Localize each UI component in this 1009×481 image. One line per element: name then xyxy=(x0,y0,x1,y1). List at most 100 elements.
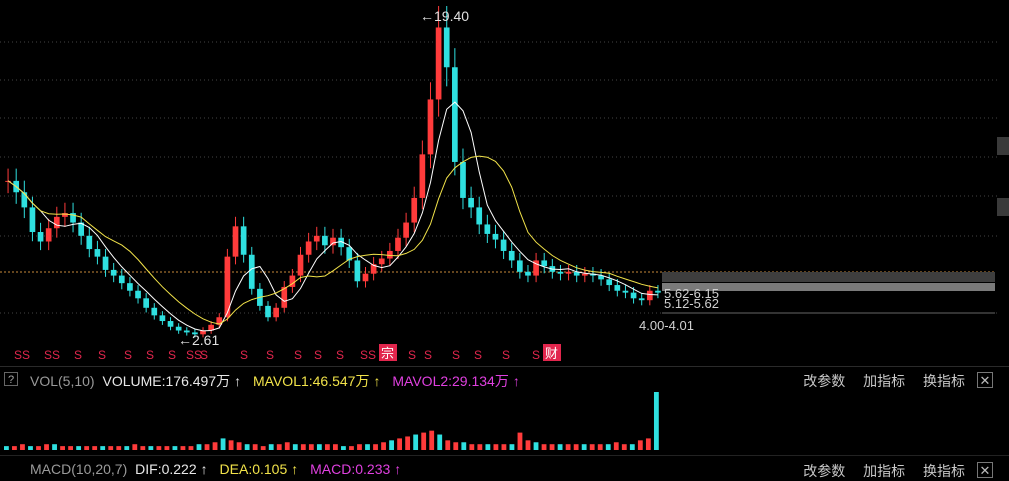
volume-bar xyxy=(84,446,90,450)
volume-bar xyxy=(180,446,186,450)
macd-close-icon[interactable]: ✕ xyxy=(977,462,993,478)
volume-bar xyxy=(212,442,218,450)
event-marker-label: S xyxy=(52,348,60,362)
candle-body xyxy=(232,226,239,257)
volume-bar xyxy=(621,444,627,450)
volume-bar xyxy=(445,440,451,450)
candle-body xyxy=(240,226,247,255)
candle-body xyxy=(516,260,523,272)
volume-actions: 改参数 加指标 换指标 xyxy=(789,371,965,391)
volume-bar xyxy=(573,444,579,450)
candle-body xyxy=(630,292,637,299)
candle-body xyxy=(362,273,369,282)
volume-bar xyxy=(413,434,419,450)
volume-add-indicator-button[interactable]: 加指标 xyxy=(863,373,905,389)
volume-help-button[interactable]: ? xyxy=(4,372,18,386)
volume-edit-params-button[interactable]: 改参数 xyxy=(803,373,845,389)
event-marker-label: S xyxy=(146,348,154,362)
price-zone-label: 5.12-5.62 xyxy=(664,296,719,311)
volume-bar xyxy=(397,438,403,450)
volume-bar xyxy=(589,444,595,450)
volume-indicator-bar: ? VOL(5,10) VOLUME:176.497万 ↑ MAVOL1:46.5… xyxy=(0,366,1009,390)
macd-edit-params-button[interactable]: 改参数 xyxy=(803,463,845,479)
mavol1-value: MAVOL1:46.547万 ↑ xyxy=(253,373,381,389)
volume-bar xyxy=(44,444,49,450)
event-marker-label: S xyxy=(266,348,274,362)
volume-bar xyxy=(156,446,162,450)
volume-bar xyxy=(188,446,194,450)
candle-body xyxy=(492,233,499,240)
volume-indicator-name[interactable]: VOL(5,10) xyxy=(30,373,95,389)
event-marker-label: S xyxy=(98,348,106,362)
candle-body xyxy=(135,290,141,299)
candle-body xyxy=(468,197,474,208)
volume-bar xyxy=(76,446,82,450)
volume-bar xyxy=(613,442,619,450)
volume-bar xyxy=(116,446,122,450)
candle-body xyxy=(395,237,401,251)
candle-body xyxy=(500,239,507,251)
volume-bar xyxy=(164,446,170,450)
volume-bar xyxy=(324,444,330,450)
candle-body xyxy=(508,250,515,261)
event-marker-label: S xyxy=(14,348,22,362)
volume-bar xyxy=(517,432,523,450)
volume-bar xyxy=(52,444,57,450)
macd-indicator-name[interactable]: MACD(10,20,7) xyxy=(30,461,127,477)
volume-bar xyxy=(4,446,9,450)
candle-body xyxy=(427,99,434,155)
event-marker-label: S xyxy=(200,348,208,362)
high-price-label: ←19.40 xyxy=(420,8,469,24)
volume-bar xyxy=(108,446,114,450)
volume-bar xyxy=(557,444,563,450)
volume-bar xyxy=(437,434,443,450)
macd-indicator-bar: MACD(10,20,7) DIF:0.222 ↑ DEA:0.105 ↑ MACD… xyxy=(0,455,1009,479)
event-marker-label: S xyxy=(452,348,460,362)
volume-bar xyxy=(405,436,411,450)
volume-bar xyxy=(509,444,515,450)
volume-bar xyxy=(381,442,386,450)
candle-body xyxy=(273,307,279,318)
candle-body xyxy=(452,67,458,162)
volume-bar xyxy=(477,444,483,450)
volume-legend: VOL(5,10) VOLUME:176.497万 ↑ MAVOL1:46.547… xyxy=(30,371,528,391)
low-price-label: ←2.61 xyxy=(178,332,219,348)
candle-body xyxy=(167,321,174,327)
candle-body xyxy=(378,258,385,265)
event-marker-label: 财 xyxy=(545,346,558,361)
candle-body xyxy=(330,237,336,246)
macd-switch-indicator-button[interactable]: 换指标 xyxy=(923,463,965,479)
scroll-tab-lower[interactable] xyxy=(997,198,1009,216)
volume-bar xyxy=(549,444,555,450)
volume-switch-indicator-button[interactable]: 换指标 xyxy=(923,373,965,389)
volume-bar xyxy=(172,446,178,450)
volume-bar xyxy=(196,444,202,450)
volume-chart xyxy=(4,392,659,450)
candle-body xyxy=(403,222,409,238)
volume-bar xyxy=(140,446,146,450)
scroll-tab-upper[interactable] xyxy=(997,137,1009,155)
volume-bar xyxy=(349,446,354,450)
volume-bar xyxy=(284,442,290,450)
candle-body xyxy=(606,279,613,286)
volume-bar xyxy=(485,444,491,450)
macd-legend: MACD(10,20,7) DIF:0.222 ↑ DEA:0.105 ↑ MACD… xyxy=(30,461,409,477)
candle-body xyxy=(411,197,418,223)
volume-bar xyxy=(292,444,298,450)
macd-add-indicator-button[interactable]: 加指标 xyxy=(863,463,905,479)
candle-body xyxy=(53,216,60,229)
volume-bar xyxy=(525,440,531,450)
volume-close-icon[interactable]: ✕ xyxy=(977,372,993,388)
volume-bar xyxy=(36,446,41,450)
candle-body xyxy=(557,271,564,274)
volume-bar xyxy=(653,392,659,450)
volume-bar xyxy=(645,438,651,450)
price-chart[interactable]: ←19.40←2.615.62-6.155.12-5.624.00-4.01S S… xyxy=(0,0,1009,365)
volume-bar xyxy=(60,446,65,450)
event-marker-label: S xyxy=(186,348,194,362)
volume-bar xyxy=(100,446,106,450)
volume-bar xyxy=(276,444,282,450)
candle-body xyxy=(419,154,426,198)
volume-bar xyxy=(421,432,427,450)
candle-body xyxy=(29,207,36,233)
